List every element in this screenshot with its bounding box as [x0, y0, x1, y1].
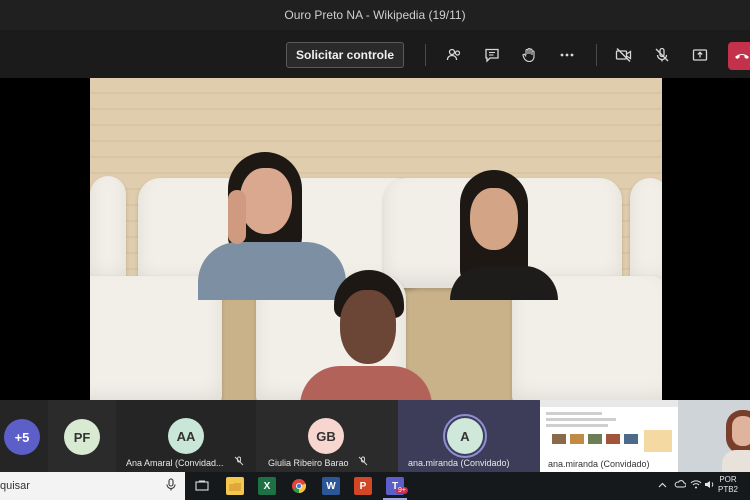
mic-off-icon[interactable]	[649, 42, 675, 68]
input-language-indicator[interactable]: POR PTB2	[718, 475, 738, 495]
task-view-icon[interactable]	[193, 477, 211, 495]
chevron-up-icon[interactable]	[658, 480, 667, 491]
title-bar: Ouro Preto NA - Wikipedia (19/11)	[0, 0, 750, 30]
participant-tile[interactable]: GB Giulia Ribeiro Barao	[256, 400, 398, 472]
chrome-icon[interactable]	[290, 477, 308, 495]
participant-video-woman-center	[290, 270, 432, 400]
window-title: Ouro Preto NA - Wikipedia (19/11)	[284, 8, 466, 22]
avatar: GB	[308, 418, 344, 454]
seat	[630, 178, 662, 288]
participant-tile[interactable]: AA Ana Amaral (Convidad...	[116, 400, 256, 472]
request-control-button[interactable]: Solicitar controle	[286, 42, 404, 68]
participants-icon[interactable]	[441, 42, 467, 68]
leave-call-button[interactable]	[728, 42, 750, 70]
toolbar-divider	[425, 44, 426, 66]
windows-taskbar: quisar X W P T 9+ POR PTB2	[0, 472, 750, 500]
taskbar-search-box[interactable]: quisar	[0, 472, 185, 500]
chat-icon[interactable]	[479, 42, 505, 68]
meeting-toolbar: Solicitar controle	[0, 30, 750, 78]
excel-icon[interactable]: X	[258, 477, 276, 495]
share-screen-icon[interactable]	[687, 42, 713, 68]
avatar: A	[447, 418, 483, 454]
word-icon[interactable]: W	[322, 477, 340, 495]
cloud-icon[interactable]	[674, 480, 687, 491]
teams-meeting-window: Ouro Preto NA - Wikipedia (19/11) Solici…	[0, 0, 750, 500]
more-icon[interactable]	[554, 42, 580, 68]
participant-strip: +5 PF AA Ana Amaral (Convidad... GB Giul…	[0, 400, 750, 472]
teams-badge: 9+	[396, 487, 408, 494]
participant-name: Ana Amaral (Convidad...	[126, 458, 224, 468]
avatar: AA	[168, 418, 204, 454]
overflow-count-avatar: +5	[4, 419, 40, 455]
participant-tile[interactable]: PF	[48, 400, 116, 472]
keyboard-layout: PTB2	[718, 485, 739, 494]
participant-name: Giulia Ribeiro Barao	[268, 458, 349, 468]
main-video-feed[interactable]	[90, 78, 662, 400]
raise-hand-icon[interactable]	[516, 42, 542, 68]
file-explorer-icon[interactable]	[226, 477, 244, 495]
self-view-tile[interactable]	[678, 400, 750, 472]
camera-off-icon[interactable]	[611, 42, 637, 68]
powerpoint-icon[interactable]: P	[354, 477, 372, 495]
seat	[90, 176, 126, 286]
avatar: PF	[64, 419, 100, 455]
participant-video-woman-right	[440, 170, 570, 300]
toolbar-divider	[596, 44, 597, 66]
participant-name: ana.miranda (Convidado)	[408, 458, 510, 468]
participant-tile-overflow[interactable]: +5	[0, 400, 48, 472]
wifi-icon[interactable]	[690, 480, 702, 492]
mic-off-icon	[234, 456, 244, 468]
volume-icon[interactable]	[704, 480, 715, 492]
search-text: quisar	[0, 480, 30, 492]
participant-tile-speaking[interactable]: A ana.miranda (Convidado)	[398, 400, 540, 472]
leave-call-icon	[734, 48, 750, 64]
microphone-icon[interactable]	[166, 478, 176, 495]
screen-share-name: ana.miranda (Convidado)	[548, 459, 650, 469]
main-video-stage	[0, 78, 750, 400]
language-code: POR	[719, 475, 737, 484]
mic-off-icon	[358, 456, 368, 468]
browser-bar	[540, 400, 678, 407]
screen-share-thumbnail[interactable]: ana.miranda (Convidado)	[540, 400, 678, 472]
